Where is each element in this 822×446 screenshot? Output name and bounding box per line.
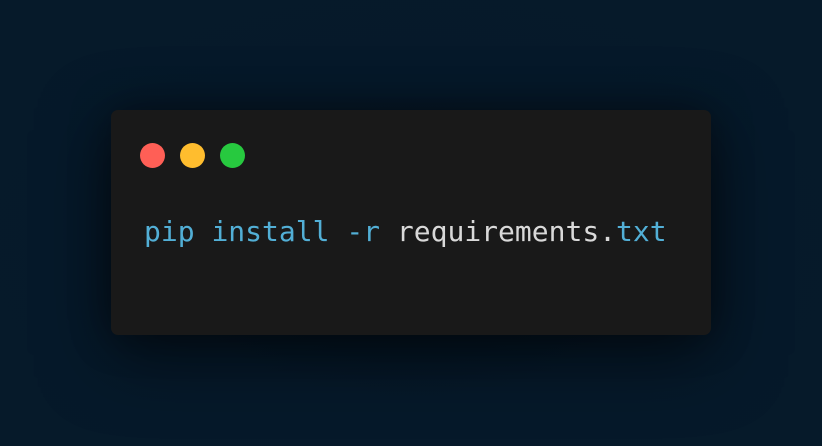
window-controls [140, 143, 245, 168]
command-token-filename: requirements. [396, 215, 617, 248]
close-dot-icon[interactable] [140, 143, 165, 168]
command-token-space [380, 215, 397, 248]
maximize-dot-icon[interactable] [220, 143, 245, 168]
command-token-pip: pip [144, 215, 195, 248]
command-token-space [195, 215, 212, 248]
minimize-dot-icon[interactable] [180, 143, 205, 168]
command-token-extension: txt [616, 215, 667, 248]
command-token-flag: -r [346, 215, 381, 248]
command-token-install: install [211, 215, 330, 248]
command-line: pip install -r requirements.txt [144, 214, 667, 250]
command-token-space [329, 215, 346, 248]
terminal-window: pip install -r requirements.txt [111, 110, 711, 335]
